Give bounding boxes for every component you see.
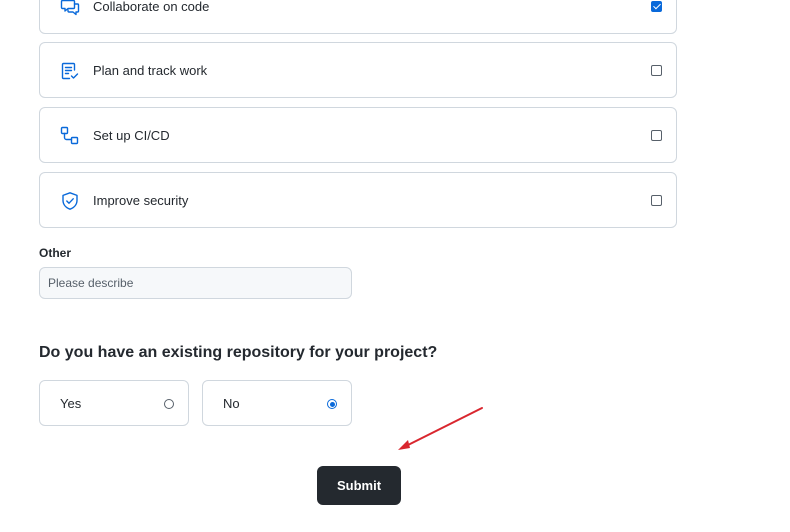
radio-option-label: No	[223, 396, 240, 411]
goal-option-security[interactable]: Improve security	[39, 172, 677, 228]
goal-checkbox[interactable]	[651, 65, 662, 76]
submit-button[interactable]: Submit	[317, 466, 401, 505]
goal-option-label: Plan and track work	[93, 63, 208, 78]
radio-option-label: Yes	[60, 396, 82, 411]
annotation-arrow-icon	[398, 407, 483, 450]
repository-option-no[interactable]: No	[202, 380, 352, 426]
goal-option-cicd[interactable]: Set up CI/CD	[39, 107, 677, 163]
goal-option-label: Improve security	[93, 193, 189, 208]
repository-question: Do you have an existing repository for y…	[39, 344, 438, 361]
other-label: Other	[39, 246, 72, 260]
survey-page: Collaborate on code Plan and track work …	[0, 0, 790, 532]
goal-option-plan[interactable]: Plan and track work	[39, 42, 677, 98]
goal-checkbox[interactable]	[651, 130, 662, 141]
goal-option-label: Collaborate on code	[93, 0, 210, 14]
code-review-icon	[60, 0, 80, 16]
goal-checkbox[interactable]	[651, 195, 662, 206]
radio-button-yes[interactable]	[164, 399, 174, 409]
project-icon	[61, 62, 79, 80]
workflow-icon	[60, 126, 79, 145]
goal-option-collaborate[interactable]: Collaborate on code	[39, 0, 677, 34]
shield-check-icon	[62, 192, 78, 210]
repository-option-yes[interactable]: Yes	[39, 380, 189, 426]
goal-option-label: Set up CI/CD	[93, 128, 170, 143]
goal-checkbox[interactable]	[651, 1, 662, 12]
other-description-input[interactable]	[39, 267, 352, 299]
radio-button-no[interactable]	[327, 399, 337, 409]
